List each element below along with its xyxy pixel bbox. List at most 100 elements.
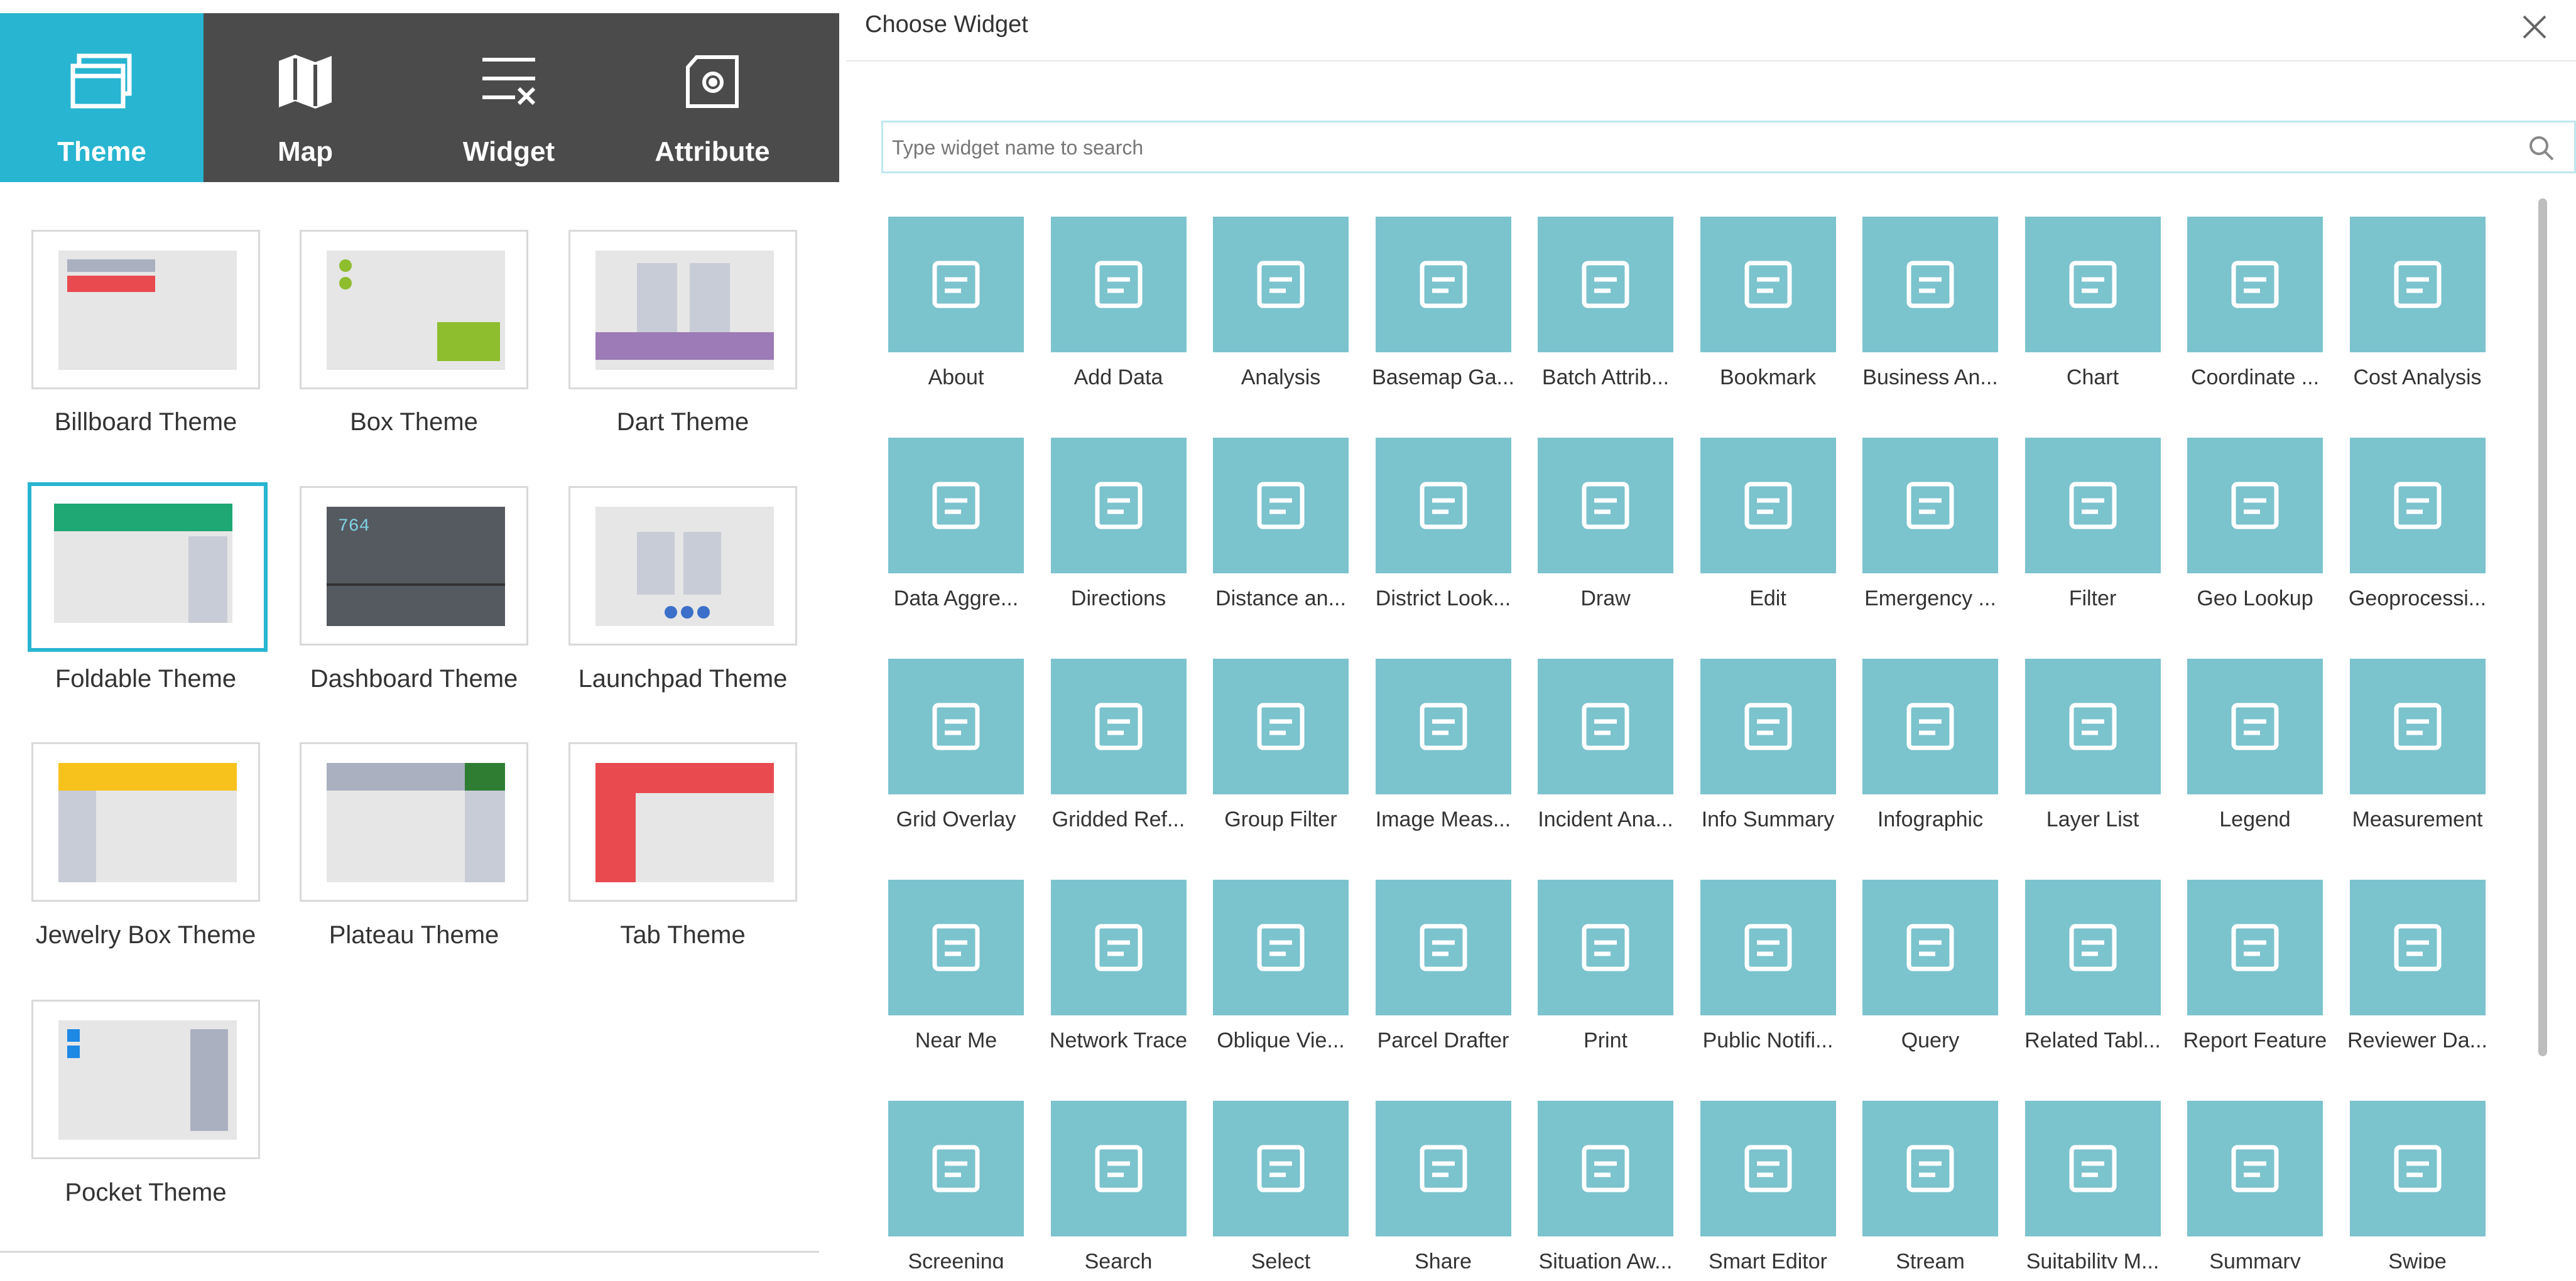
theme-name: Jewelry Box Theme (35, 921, 256, 949)
tab-attribute-label: Attribute (655, 136, 770, 167)
widget-icon (1375, 880, 1511, 1015)
theme-icon (70, 53, 132, 109)
widget-item[interactable]: Share (1354, 1091, 1516, 1268)
widget-item[interactable]: Legend (2165, 649, 2327, 869)
theme-name: Dashboard Theme (310, 665, 518, 693)
widget-item[interactable]: Measurement (2328, 649, 2490, 869)
theme-name: Plateau Theme (329, 921, 499, 949)
widget-label: Grid Overlay (896, 808, 1016, 831)
widget-item[interactable]: Oblique Vie... (1191, 870, 1353, 1090)
widget-item[interactable]: Cost Analysis (2328, 207, 2490, 427)
tab-theme-label: Theme (57, 136, 146, 167)
widget-item[interactable]: Image Meas... (1354, 649, 1516, 869)
widget-item[interactable]: District Look... (1354, 428, 1516, 648)
widget-item[interactable]: Coordinate ... (2165, 207, 2327, 427)
widget-label: Screening (908, 1250, 1004, 1268)
widget-item[interactable]: Gridded Ref... (1029, 649, 1191, 869)
widget-label: Filter (2068, 586, 2117, 610)
theme-card-pocket[interactable] (31, 1000, 260, 1159)
widget-item[interactable]: Data Aggre... (866, 428, 1028, 648)
widget-icon (1050, 1101, 1187, 1236)
close-icon[interactable] (2521, 14, 2548, 40)
widget-item[interactable]: Smart Editor (1678, 1091, 1840, 1268)
widget-item[interactable]: Reviewer Da... (2328, 870, 2490, 1090)
widget-item[interactable]: Draw (1516, 428, 1678, 648)
theme-card-jewelry-box[interactable] (31, 742, 260, 902)
widget-label: Parcel Drafter (1377, 1029, 1509, 1052)
widget-item[interactable]: Business An... (1840, 207, 2003, 427)
widget-item[interactable]: Info Summary (1678, 649, 1840, 869)
theme-card-foldable[interactable] (28, 482, 268, 652)
widget-item[interactable]: Parcel Drafter (1354, 870, 1516, 1090)
widget-item[interactable]: Swipe (2328, 1091, 2490, 1268)
widget-icon (1862, 438, 1998, 573)
widget-item[interactable]: Stream (1840, 1091, 2003, 1268)
jewelry-box-theme-thumbnail (58, 763, 237, 882)
widget-item[interactable]: Situation Aw... (1516, 1091, 1678, 1268)
theme-card-box[interactable] (300, 230, 528, 389)
widget-label: Near Me (915, 1029, 997, 1052)
tab-theme[interactable]: Theme (0, 13, 204, 182)
widget-item[interactable]: Network Trace (1029, 870, 1191, 1090)
dialog-title: Choose Widget (865, 11, 1028, 38)
widget-item[interactable]: Incident Ana... (1516, 649, 1678, 869)
widget-item[interactable]: Report Feature (2165, 870, 2327, 1090)
widget-item[interactable]: Related Tabl... (2003, 870, 2165, 1090)
tab-widget[interactable]: Widget (407, 13, 611, 182)
widget-label: Batch Attrib... (1541, 365, 1670, 389)
widget-search-input[interactable] (891, 129, 2501, 166)
widget-item[interactable]: Geo Lookup (2165, 428, 2327, 648)
widget-item[interactable]: Bookmark (1678, 207, 1840, 427)
widget-item[interactable]: Search (1029, 1091, 1191, 1268)
theme-card-plateau[interactable] (300, 742, 528, 902)
widget-item[interactable]: Distance an... (1191, 428, 1353, 648)
widget-item[interactable]: Batch Attrib... (1516, 207, 1678, 427)
widget-label: Info Summary (1701, 808, 1835, 831)
widget-label: Edit (1749, 586, 1786, 610)
widget-item[interactable]: Suitability M... (2003, 1091, 2165, 1268)
widget-label: Reviewer Da... (2347, 1029, 2487, 1052)
widget-item[interactable]: Analysis (1191, 207, 1353, 427)
scrollbar[interactable] (2538, 198, 2547, 1056)
widget-icon (1213, 438, 1349, 573)
theme-name: Tab Theme (620, 921, 746, 949)
widget-item[interactable]: Group Filter (1191, 649, 1353, 869)
widget-item[interactable]: Public Notifi... (1678, 870, 1840, 1090)
widget-item[interactable]: Edit (1678, 428, 1840, 648)
widget-label: Group Filter (1224, 808, 1337, 831)
widget-label: Summary (2209, 1250, 2301, 1268)
widget-icon (1538, 1101, 1673, 1236)
widget-item[interactable]: Query (1840, 870, 2003, 1090)
widget-item[interactable]: Basemap Ga... (1354, 207, 1516, 427)
widget-item[interactable]: Screening (866, 1091, 1028, 1268)
widget-icon (2349, 880, 2486, 1015)
widget-item[interactable]: Select (1191, 1091, 1353, 1268)
theme-panel: Theme Map Widget Attribute Billboard The… (0, 0, 842, 1281)
theme-card-dart[interactable] (568, 230, 797, 389)
widget-item[interactable]: Emergency ... (1840, 428, 2003, 648)
widget-item[interactable]: Geoprocessi... (2328, 428, 2490, 648)
widget-item[interactable]: Infographic (1840, 649, 2003, 869)
theme-card-billboard[interactable] (31, 230, 260, 389)
theme-card-tab[interactable] (568, 742, 797, 902)
widget-item[interactable]: Directions (1029, 428, 1191, 648)
tab-map[interactable]: Map (204, 13, 407, 182)
widget-item[interactable]: Print (1516, 870, 1678, 1090)
widget-icon (1538, 880, 1673, 1015)
widget-item[interactable]: About (866, 207, 1028, 427)
widget-label: Geo Lookup (2197, 586, 2313, 610)
widget-item[interactable]: Chart (2003, 207, 2165, 427)
widget-label: Incident Ana... (1538, 808, 1673, 831)
widget-item[interactable]: Summary (2165, 1091, 2327, 1268)
theme-card-launchpad[interactable] (568, 486, 797, 646)
widget-item[interactable]: Add Data (1029, 207, 1191, 427)
widget-item[interactable]: Grid Overlay (866, 649, 1028, 869)
theme-card-dashboard[interactable]: 764 (300, 486, 528, 646)
widget-item[interactable]: Layer List (2003, 649, 2165, 869)
widget-item[interactable]: Near Me (866, 870, 1028, 1090)
widget-label: Image Meas... (1375, 808, 1511, 831)
widget-item[interactable]: Filter (2003, 428, 2165, 648)
widget-icon (2349, 438, 2486, 573)
search-icon[interactable] (2528, 134, 2555, 162)
tab-attribute[interactable]: Attribute (611, 13, 814, 182)
